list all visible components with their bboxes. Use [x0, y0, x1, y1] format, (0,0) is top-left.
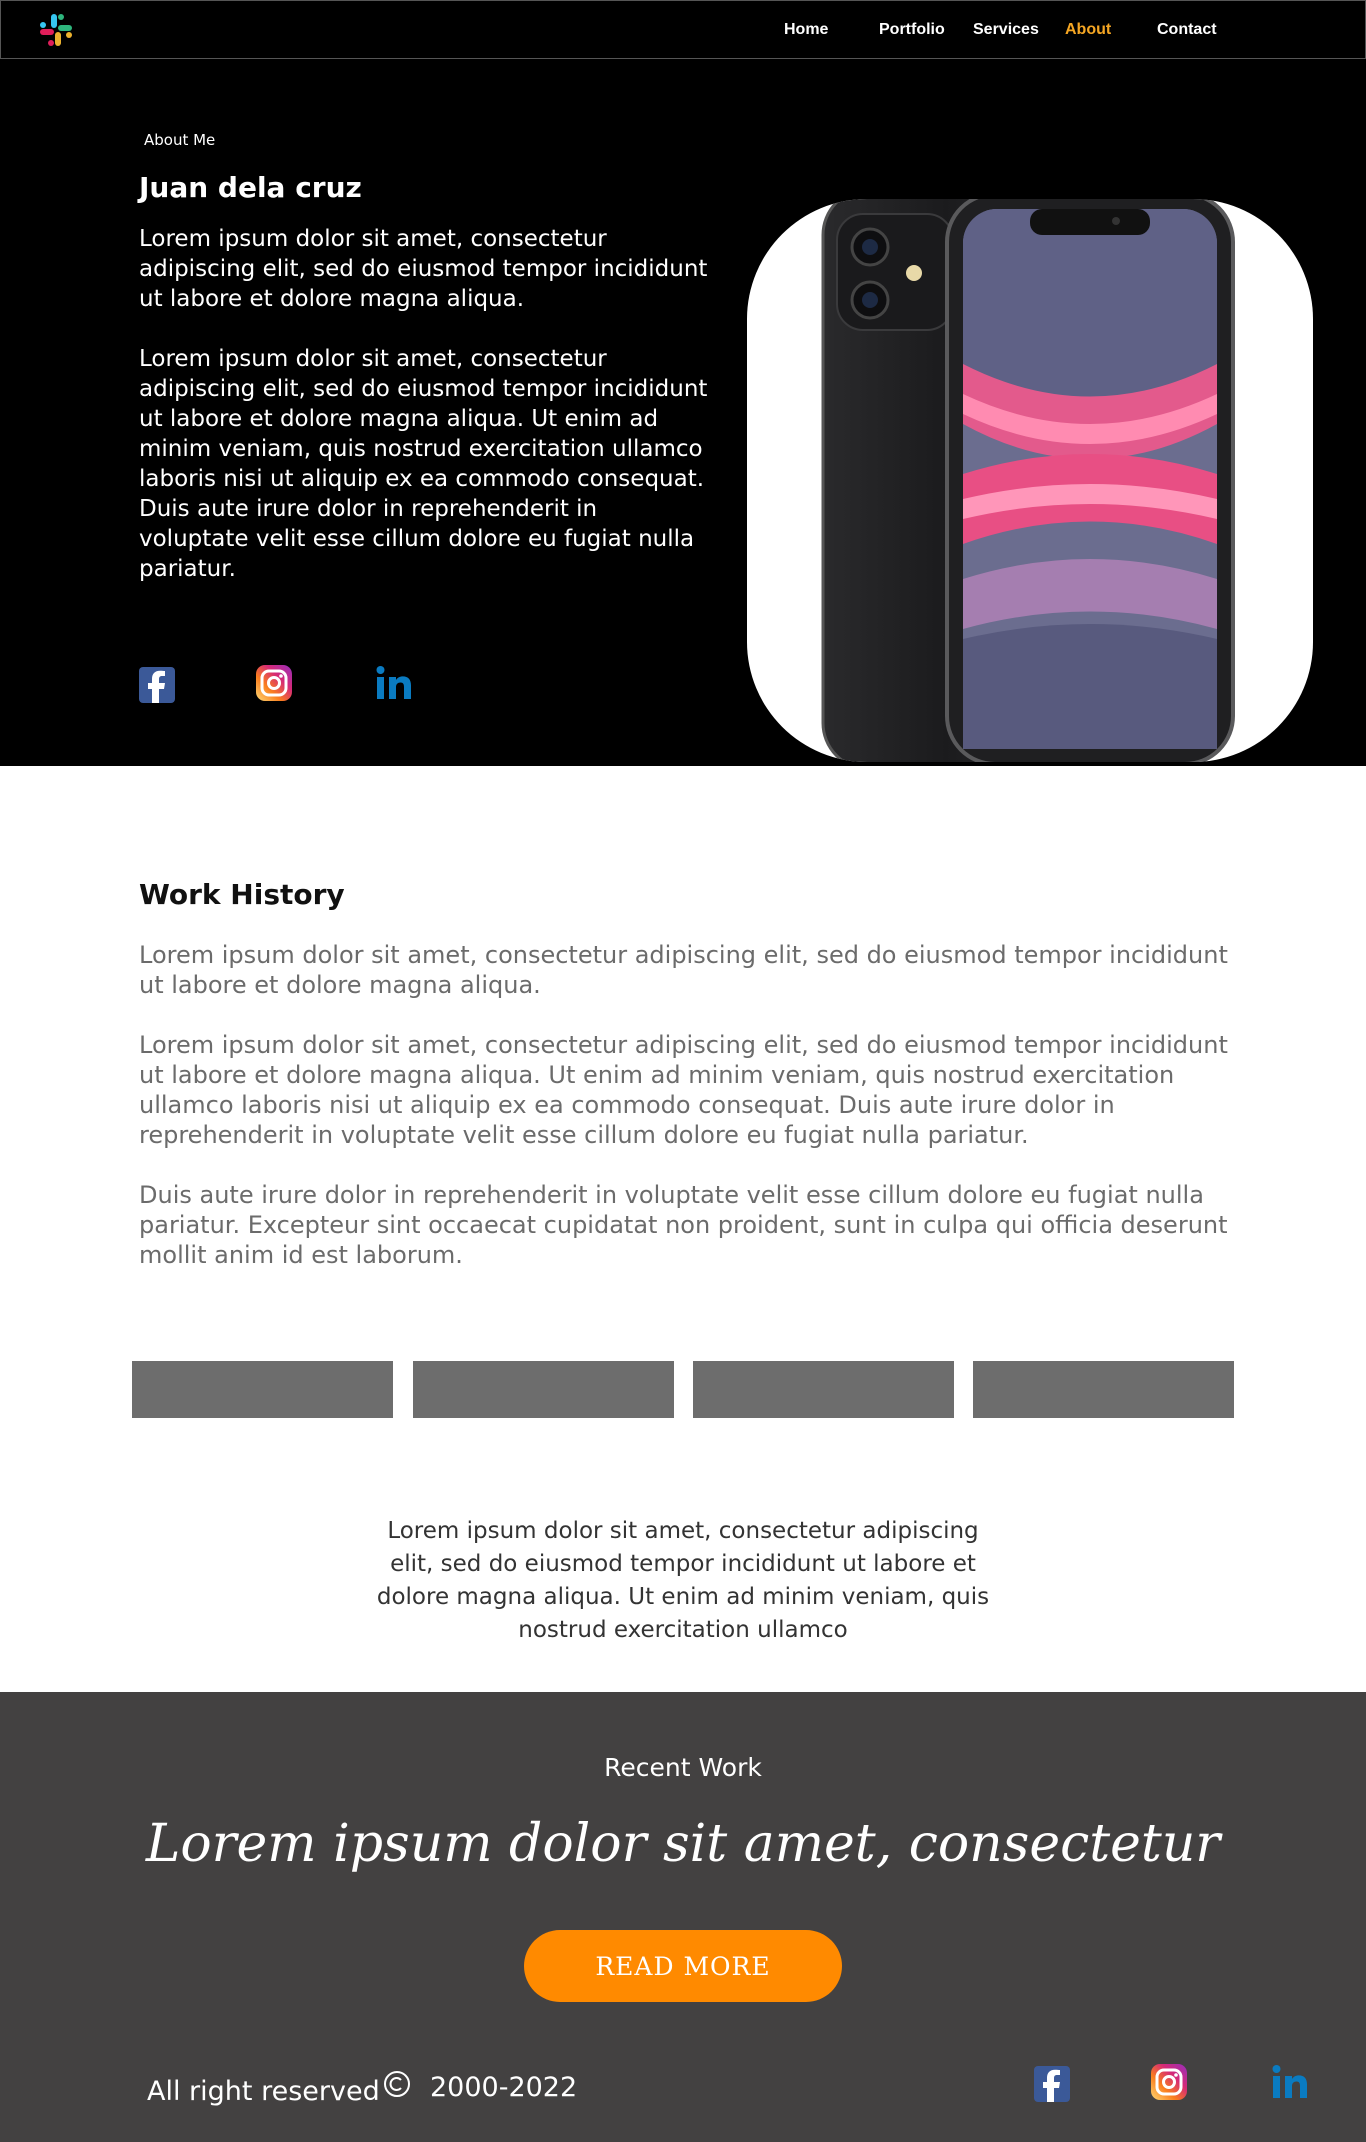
linkedin-icon[interactable]	[376, 665, 412, 701]
about-hero: About Me Juan dela cruz Lorem ipsum dolo…	[0, 59, 1366, 766]
work-tile[interactable]	[973, 1361, 1234, 1418]
nav-menu: Home Portfolio Services About Contact	[1, 1, 1366, 60]
nav-home[interactable]: Home	[784, 21, 828, 39]
facebook-icon[interactable]	[1034, 2066, 1070, 2102]
iphone-illustration	[821, 199, 1235, 762]
phone-image	[747, 199, 1313, 762]
facebook-icon[interactable]	[139, 667, 175, 703]
work-tile[interactable]	[132, 1361, 393, 1418]
rights-text: All right reserved	[147, 2076, 380, 2107]
work-summary-text: Lorem ipsum dolor sit amet, consectetur …	[376, 1518, 990, 1643]
work-history-paragraph: Duis aute irure dolor in reprehenderit i…	[139, 1181, 1228, 1269]
work-history-paragraph: Lorem ipsum dolor sit amet, consectetur …	[139, 941, 1228, 999]
nav-services[interactable]: Services	[973, 21, 1039, 39]
work-tile[interactable]	[693, 1361, 954, 1418]
linkedin-icon[interactable]	[1272, 2064, 1308, 2100]
nav-about[interactable]: About	[1065, 21, 1111, 39]
section-eyebrow: About Me	[144, 131, 216, 149]
copyright-icon	[384, 2071, 410, 2097]
copyright-years: 2000-2022	[430, 2072, 578, 2103]
work-history-title: Work History	[139, 878, 345, 911]
instagram-icon[interactable]	[256, 665, 292, 701]
read-more-button[interactable]: READ MORE	[524, 1930, 842, 2002]
footer-tagline: Lorem ipsum dolor sit amet, consectetur	[145, 1814, 1221, 1874]
person-name: Juan dela cruz	[139, 171, 362, 204]
top-navbar: Home Portfolio Services About Contact	[0, 0, 1366, 59]
hero-paragraph: Lorem ipsum dolor sit amet, consectetur …	[139, 346, 708, 582]
work-history-paragraph: Lorem ipsum dolor sit amet, consectetur …	[139, 1031, 1228, 1149]
nav-portfolio[interactable]: Portfolio	[879, 21, 945, 39]
recent-work-label: Recent Work	[604, 1753, 762, 1782]
work-tile[interactable]	[413, 1361, 674, 1418]
hero-paragraph: Lorem ipsum dolor sit amet, consectetur …	[139, 226, 708, 312]
footer: Recent Work Lorem ipsum dolor sit amet, …	[0, 1692, 1366, 2142]
instagram-icon[interactable]	[1151, 2064, 1187, 2100]
nav-contact[interactable]: Contact	[1157, 21, 1217, 39]
